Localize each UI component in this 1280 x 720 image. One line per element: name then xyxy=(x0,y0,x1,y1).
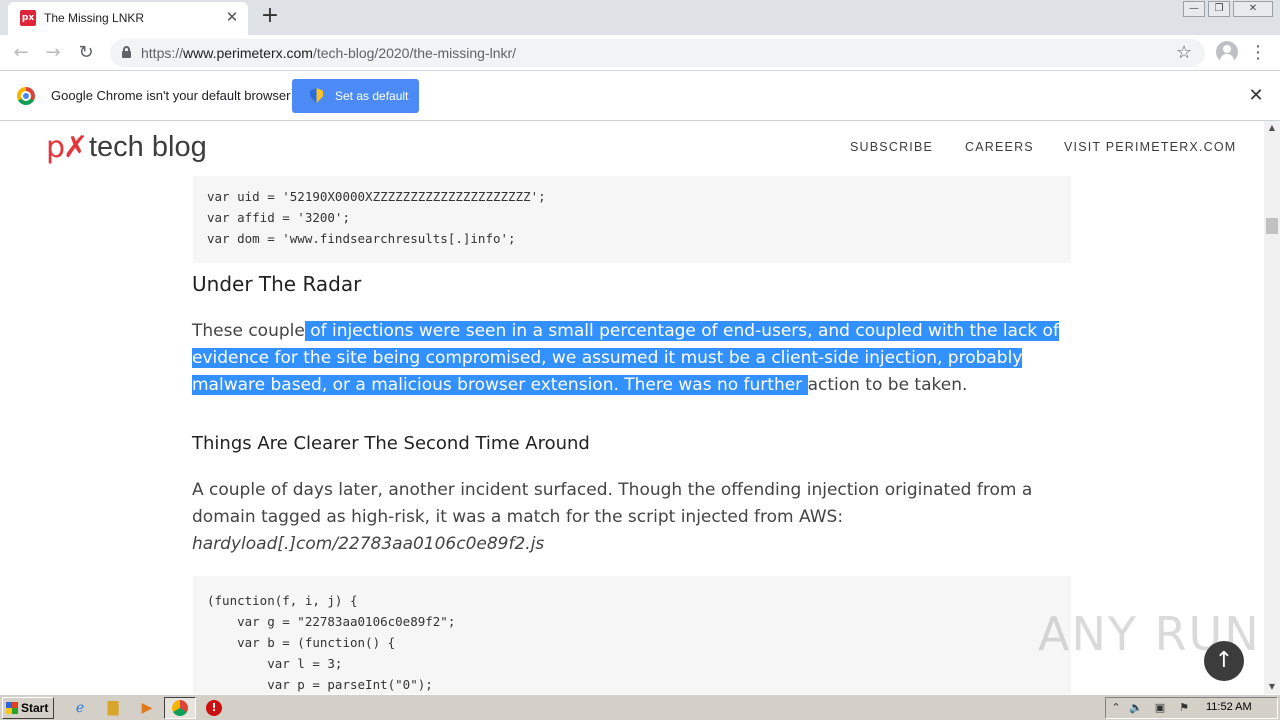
script-url-text: hardyload[.]com/22783aa0106c0e89f2.js xyxy=(192,534,545,554)
scrollbar-thumb[interactable] xyxy=(1266,218,1278,234)
scroll-up-arrow-icon[interactable]: ▲ xyxy=(1264,121,1280,135)
browser-toolbar: ← → ↻ https://www.perimeterx.com/tech-bl… xyxy=(0,35,1280,71)
url-text[interactable]: https://www.perimeterx.com/tech-blog/202… xyxy=(141,45,516,61)
address-bar[interactable]: https://www.perimeterx.com/tech-blog/202… xyxy=(110,39,1205,67)
paragraph-text: domain tagged as high-risk, it was a mat… xyxy=(192,507,844,527)
selected-text: of injections were seen in a small perce… xyxy=(304,321,1059,341)
windows-taskbar: Start ℯ ▇ ▶ ! ⌃ 🔈 ▣ ⚑ 11:52 AM xyxy=(0,694,1280,720)
code-line: var l = 3; xyxy=(207,656,343,671)
volume-icon[interactable]: 🔈 xyxy=(1128,700,1144,716)
media-player-icon[interactable]: ▶ xyxy=(137,698,157,718)
new-tab-button[interactable]: + xyxy=(258,5,282,29)
uac-shield-icon xyxy=(310,88,323,103)
section-heading: Things Are Clearer The Second Time Aroun… xyxy=(192,433,590,454)
url-host: www.perimeterx.com xyxy=(183,45,313,61)
paragraph-text: These couple xyxy=(192,321,305,341)
taskbar-clock[interactable]: 11:52 AM xyxy=(1206,701,1252,713)
back-to-top-arrow-icon[interactable]: ↑ xyxy=(1204,641,1244,681)
code-line: var affid = '3200'; xyxy=(207,210,350,225)
reload-icon[interactable]: ↻ xyxy=(73,40,99,66)
tab-title: The Missing LNKR xyxy=(44,11,145,25)
start-button[interactable]: Start xyxy=(2,697,54,719)
action-center-flag-icon[interactable]: ⚑ xyxy=(1176,700,1192,716)
tray-expand-icon[interactable]: ⌃ xyxy=(1108,700,1124,716)
system-tray: ⌃ 🔈 ▣ ⚑ 11:52 AM xyxy=(1105,697,1278,719)
set-as-default-label: Set as default xyxy=(335,89,409,103)
infobar-close-icon[interactable]: ✕ xyxy=(1246,86,1266,106)
nav-careers-link[interactable]: CAREERS xyxy=(965,140,1034,154)
tab-close-icon[interactable]: ✕ xyxy=(224,9,240,25)
minimize-window-button[interactable]: — xyxy=(1183,1,1205,17)
back-arrow-icon[interactable]: ← xyxy=(8,40,34,66)
site-header: p✗ tech blog SUBSCRIBE CAREERS VISIT PER… xyxy=(0,121,1264,176)
code-line: var g = "22783aa0106c0e89f2"; xyxy=(207,614,456,629)
browser-tab[interactable]: px The Missing LNKR ✕ xyxy=(8,2,248,35)
taskbar-chrome-active[interactable] xyxy=(164,697,196,719)
infobar-message: Google Chrome isn't your default browser xyxy=(51,88,291,103)
default-browser-infobar: Google Chrome isn't your default browser… xyxy=(0,72,1280,121)
scroll-down-arrow-icon[interactable]: ▼ xyxy=(1264,680,1280,694)
lock-icon[interactable] xyxy=(122,46,131,59)
bookmark-star-icon[interactable]: ☆ xyxy=(1176,42,1192,63)
section-heading: Under The Radar xyxy=(192,272,362,296)
paragraph: A couple of days later, another incident… xyxy=(192,477,1072,558)
site-favicon-icon: px xyxy=(20,10,36,26)
nav-visit-perimeterx-link[interactable]: VISIT PERIMETERX.COM xyxy=(1064,140,1236,154)
network-icon[interactable]: ▣ xyxy=(1152,700,1168,716)
internet-explorer-icon[interactable]: ℯ xyxy=(70,698,90,718)
file-explorer-icon[interactable]: ▇ xyxy=(103,698,123,718)
browser-menu-icon[interactable]: ⋮ xyxy=(1248,40,1268,66)
code-block: var uid = '52190X0000XZZZZZZZZZZZZZZZZZZ… xyxy=(193,176,1071,263)
tab-strip: px The Missing LNKR ✕ + — ❐ ✕ xyxy=(0,0,1280,35)
paragraph-text: action to be taken. xyxy=(807,375,968,395)
code-line: var p = parseInt("0"); xyxy=(207,677,433,692)
code-line: var uid = '52190X0000XZZZZZZZZZZZZZZZZZZ… xyxy=(207,189,546,204)
code-line: var b = (function() { xyxy=(207,635,396,650)
chrome-logo-icon xyxy=(17,87,35,105)
code-block: (function(f, i, j) { var g = "22783aa010… xyxy=(193,576,1071,694)
perimeterx-logo-icon[interactable]: p✗ xyxy=(46,130,88,165)
url-scheme: https:// xyxy=(141,45,184,61)
paragraph: These couple of injections were seen in … xyxy=(192,318,1072,399)
set-as-default-button[interactable]: Set as default xyxy=(292,79,419,113)
selected-text: evidence for the site being compromised,… xyxy=(192,348,1023,368)
paragraph-text: A couple of days later, another incident… xyxy=(192,480,1033,500)
code-line: (function(f, i, j) { xyxy=(207,593,358,608)
page-viewport: var uid = '52190X0000XZZZZZZZZZZZZZZZZZZ… xyxy=(0,121,1264,694)
selected-text: malware based, or a malicious browser ex… xyxy=(192,375,808,395)
forward-arrow-icon[interactable]: → xyxy=(40,40,66,66)
site-logo-text[interactable]: tech blog xyxy=(89,131,207,164)
profile-avatar-icon[interactable] xyxy=(1216,41,1238,63)
close-window-button[interactable]: ✕ xyxy=(1233,1,1273,17)
nav-subscribe-link[interactable]: SUBSCRIBE xyxy=(850,140,933,154)
chrome-taskbar-icon xyxy=(172,700,188,716)
code-line: var dom = 'www.findsearchresults[.]info'… xyxy=(207,231,516,246)
url-path: /tech-blog/2020/the-missing-lnkr/ xyxy=(312,45,517,61)
restore-window-button[interactable]: ❐ xyxy=(1208,1,1230,17)
stop-sign-icon[interactable]: ! xyxy=(204,698,224,718)
page-scrollbar[interactable]: ▲ ▼ xyxy=(1264,121,1280,694)
